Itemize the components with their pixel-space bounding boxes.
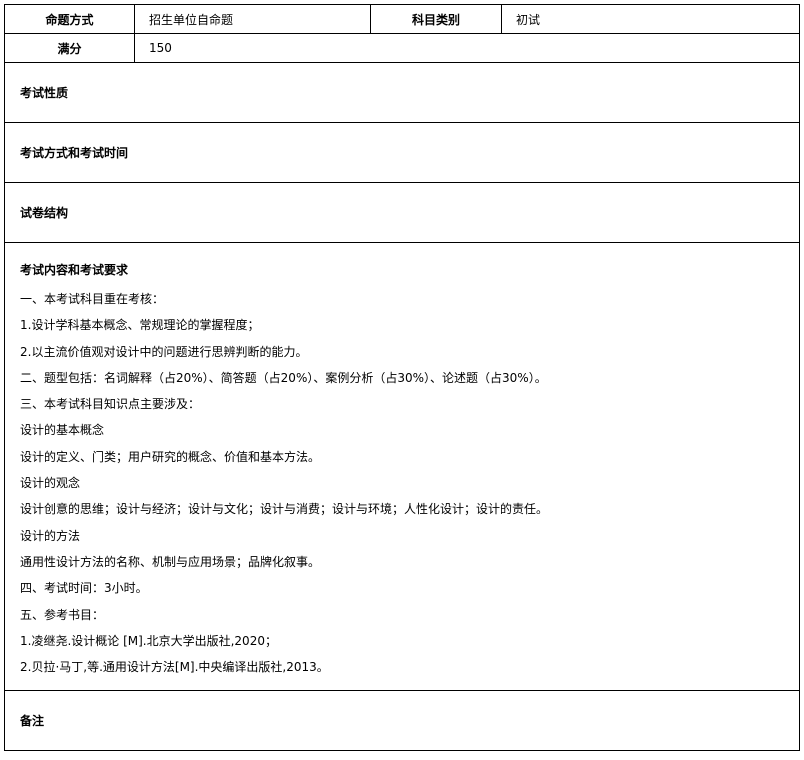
content-line: 2.以主流价值观对设计中的问题进行思辨判断的能力。 xyxy=(20,344,308,359)
section-title-nature: 考试性质 xyxy=(20,86,69,100)
exam-syllabus-table: 命题方式 招生单位自命题 科目类别 初试 满分 150 考试性质 考试方式和考试… xyxy=(4,4,800,752)
content-line: 通用性设计方法的名称、机制与应用场景；品牌化叙事。 xyxy=(20,554,321,569)
content-line: 四、考试时间：3小时。 xyxy=(20,581,148,596)
content-line: 设计的定义、门类；用户研究的概念、价值和基本方法。 xyxy=(20,449,321,464)
category-label: 科目类别 xyxy=(370,4,502,34)
section-title-method-time: 考试方式和考试时间 xyxy=(20,146,129,160)
content-line: 五、参考书目： xyxy=(20,607,105,622)
content-line: 一、本考试科目重在考核： xyxy=(20,292,165,306)
score-value: 150 xyxy=(134,33,800,63)
content-line: 2.贝拉·马丁,等.通用设计方法[M].中央编译出版社,2013。 xyxy=(20,660,329,675)
content-line: 设计创意的思维；设计与经济；设计与文化；设计与消费；设计与环境；人性化设计；设计… xyxy=(20,502,549,517)
section-row-content: 考试内容和考试要求 一、本考试科目重在考核： 1.设计学科基本概念、常规理论的掌… xyxy=(4,241,800,692)
content-line: 1.凌继尧.设计概论 [M].北京大学出版社,2020； xyxy=(20,633,277,648)
section-title-remarks: 备注 xyxy=(20,714,45,729)
section-title-content: 考试内容和考试要求 xyxy=(20,263,129,277)
mode-value: 招生单位自命题 xyxy=(134,4,371,34)
mode-label: 命题方式 xyxy=(4,4,135,34)
content-line: 1.设计学科基本概念、常规理论的掌握程度； xyxy=(20,318,260,333)
content-line: 设计的基本概念 xyxy=(20,423,105,438)
content-line: 设计的观念 xyxy=(20,476,81,491)
content-line: 二、题型包括：名词解释（占20%）、简答题（占20%）、案例分析（占30%）、论… xyxy=(20,370,547,385)
section-title-structure: 试卷结构 xyxy=(20,206,69,220)
content-line: 设计的方法 xyxy=(20,528,81,543)
section-row-remarks: 备注 xyxy=(4,690,800,752)
section-row-nature: 考试性质 xyxy=(4,62,800,123)
header-row-score: 满分 150 xyxy=(4,33,800,63)
score-label: 满分 xyxy=(4,33,135,63)
section-row-method-time: 考试方式和考试时间 xyxy=(4,122,800,183)
section-row-structure: 试卷结构 xyxy=(4,182,800,243)
category-value: 初试 xyxy=(501,4,800,34)
content-line: 三、本考试科目知识点主要涉及： xyxy=(20,397,201,412)
header-row-mode: 命题方式 招生单位自命题 科目类别 初试 xyxy=(4,4,800,34)
